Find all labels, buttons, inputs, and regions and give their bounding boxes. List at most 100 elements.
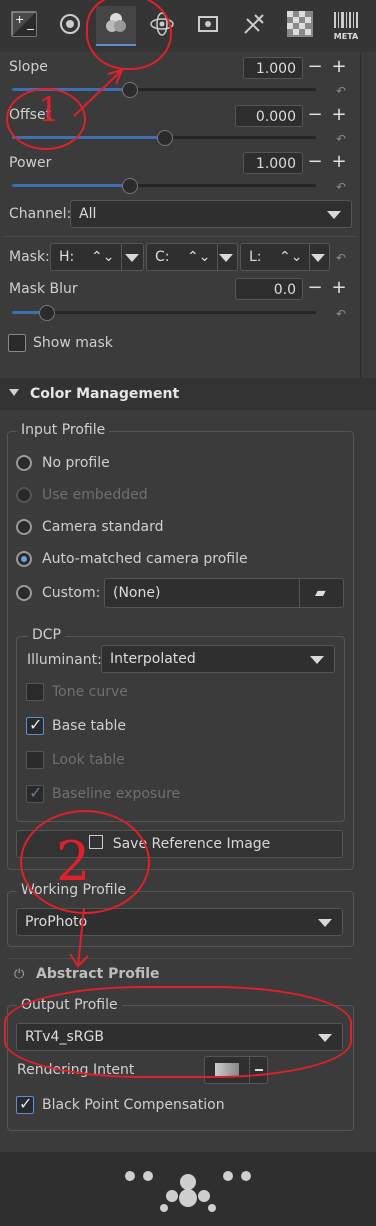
annotation-circle-tab — [86, 0, 172, 70]
use-embedded-label: Use embedded — [42, 487, 148, 503]
slope-label: Slope — [9, 59, 48, 75]
tone-curve-checkbox[interactable] — [26, 683, 44, 701]
tab-meta[interactable]: META — [326, 6, 366, 46]
no-profile-radio[interactable] — [16, 455, 32, 471]
illuminant-value: Interpolated — [110, 651, 196, 667]
black-point-compensation-checkbox[interactable] — [16, 1094, 34, 1114]
color-management-title: Color Management — [30, 386, 180, 402]
look-table-label: Look table — [52, 752, 125, 768]
mask-blur-plus-button[interactable]: + — [328, 278, 350, 300]
illuminant-select[interactable]: Interpolated — [101, 645, 335, 673]
raw-icon — [241, 11, 267, 41]
mask-h-curve[interactable]: H: ⌃⌄ — [50, 243, 144, 271]
divider — [4, 236, 356, 237]
channel-value: All — [79, 206, 97, 222]
mask-h-label: H: — [59, 249, 75, 265]
camera-standard-radio[interactable] — [16, 519, 32, 535]
color-management-header[interactable]: Color Management — [0, 378, 376, 410]
annotation-number-one: 1 — [38, 90, 60, 130]
mask-label: Mask: — [9, 249, 50, 265]
offset-minus-button[interactable]: − — [304, 105, 326, 127]
ornament-icon — [125, 1171, 251, 1212]
abstract-profile-title[interactable]: Abstract Profile — [36, 966, 160, 982]
meta-icon — [333, 11, 359, 32]
annotation-number-two: 2 — [56, 830, 91, 893]
dcp-title: DCP — [28, 627, 65, 643]
offset-plus-button[interactable]: + — [328, 105, 350, 127]
input-profile-title: Input Profile — [17, 422, 110, 438]
transform-icon — [195, 11, 221, 41]
camera-standard-label: Camera standard — [42, 519, 164, 535]
custom-profile-value: (None) — [113, 585, 161, 601]
custom-profile-field[interactable]: (None) ▰ — [104, 578, 344, 608]
mask-c-curve[interactable]: C: ⌃⌄ — [146, 243, 238, 271]
base-table-label: Base table — [52, 718, 126, 734]
look-table-checkbox[interactable] — [26, 751, 44, 769]
chevron-down-icon — [219, 254, 233, 262]
chevron-down-icon — [311, 254, 325, 262]
annotation-arrow-icon — [69, 907, 89, 968]
chevron-down-icon — [318, 919, 332, 927]
mask-reset-icon[interactable]: ↶ — [336, 251, 346, 265]
slope-minus-button[interactable]: − — [304, 57, 326, 79]
slope-plus-button[interactable]: + — [328, 57, 350, 79]
mask-blur-slider-knob[interactable] — [39, 305, 55, 321]
curve-icon: ⌃⌄ — [187, 249, 211, 265]
chevron-down-icon — [327, 211, 341, 219]
mask-blur-minus-button[interactable]: − — [304, 278, 326, 300]
chevron-down-icon — [125, 254, 139, 262]
meta-label: META — [333, 31, 359, 41]
svg-text:+: + — [15, 13, 24, 26]
checkerboard-icon — [287, 11, 313, 41]
mask-blur-label: Mask Blur — [9, 281, 78, 297]
custom-radio[interactable] — [16, 585, 32, 601]
tab-raw[interactable] — [234, 6, 274, 46]
folder-icon[interactable]: ▰ — [315, 579, 326, 607]
power-plus-button[interactable]: + — [328, 152, 350, 174]
tool-tabs-bar: + − META — [0, 0, 376, 52]
illuminant-label: Illuminant: — [27, 652, 102, 668]
slope-value-input[interactable]: 1.000 — [243, 57, 303, 79]
power-icon[interactable]: ⏻ — [14, 967, 24, 982]
power-minus-button[interactable]: − — [304, 152, 326, 174]
divider — [7, 958, 352, 959]
mask-blur-value-input[interactable]: 0.0 — [235, 278, 303, 300]
exposure-icon: + − — [11, 11, 37, 41]
mask-blur-reset-icon[interactable]: ↶ — [336, 307, 346, 321]
mask-l-label: L: — [249, 249, 262, 265]
base-table-checkbox[interactable] — [26, 715, 44, 735]
black-point-compensation-label: Black Point Compensation — [42, 1097, 225, 1113]
channel-label: Channel: — [9, 206, 72, 222]
expander-icon — [9, 389, 19, 396]
power-value-input[interactable]: 1.000 — [243, 152, 303, 174]
annotation-circle-output — [4, 986, 352, 1078]
slope-reset-icon[interactable]: ↶ — [336, 84, 346, 98]
detail-icon — [57, 11, 83, 41]
show-mask-checkbox[interactable] — [8, 334, 26, 352]
baseline-exposure-checkbox[interactable] — [26, 783, 44, 803]
tab-checkerboard[interactable] — [280, 6, 320, 46]
tone-curve-label: Tone curve — [52, 684, 128, 700]
power-reset-icon[interactable]: ↶ — [336, 180, 346, 194]
mask-blur-slider-track[interactable] — [12, 311, 316, 314]
scroll-divider — [360, 52, 361, 378]
use-embedded-radio[interactable] — [16, 487, 32, 503]
curve-icon: ⌃⌄ — [91, 249, 115, 265]
svg-text:−: − — [26, 23, 35, 36]
channel-select[interactable]: All — [70, 200, 352, 228]
mask-l-curve[interactable]: L: ⌃⌄ — [240, 243, 330, 271]
power-label: Power — [9, 155, 52, 171]
offset-slider-knob[interactable] — [157, 130, 173, 146]
offset-reset-icon[interactable]: ↶ — [336, 132, 346, 146]
show-mask-label: Show mask — [33, 335, 113, 351]
power-slider-knob[interactable] — [122, 178, 138, 194]
offset-value-input[interactable]: 0.000 — [235, 105, 303, 127]
custom-label: Custom: — [42, 585, 101, 601]
curve-icon: ⌃⌄ — [279, 249, 303, 265]
auto-matched-radio[interactable] — [16, 551, 32, 567]
mask-c-label: C: — [155, 249, 170, 265]
tab-transform[interactable] — [188, 6, 228, 46]
tab-detail[interactable] — [50, 6, 90, 46]
chevron-down-icon — [310, 656, 324, 664]
tab-exposure[interactable]: + − — [4, 6, 44, 46]
